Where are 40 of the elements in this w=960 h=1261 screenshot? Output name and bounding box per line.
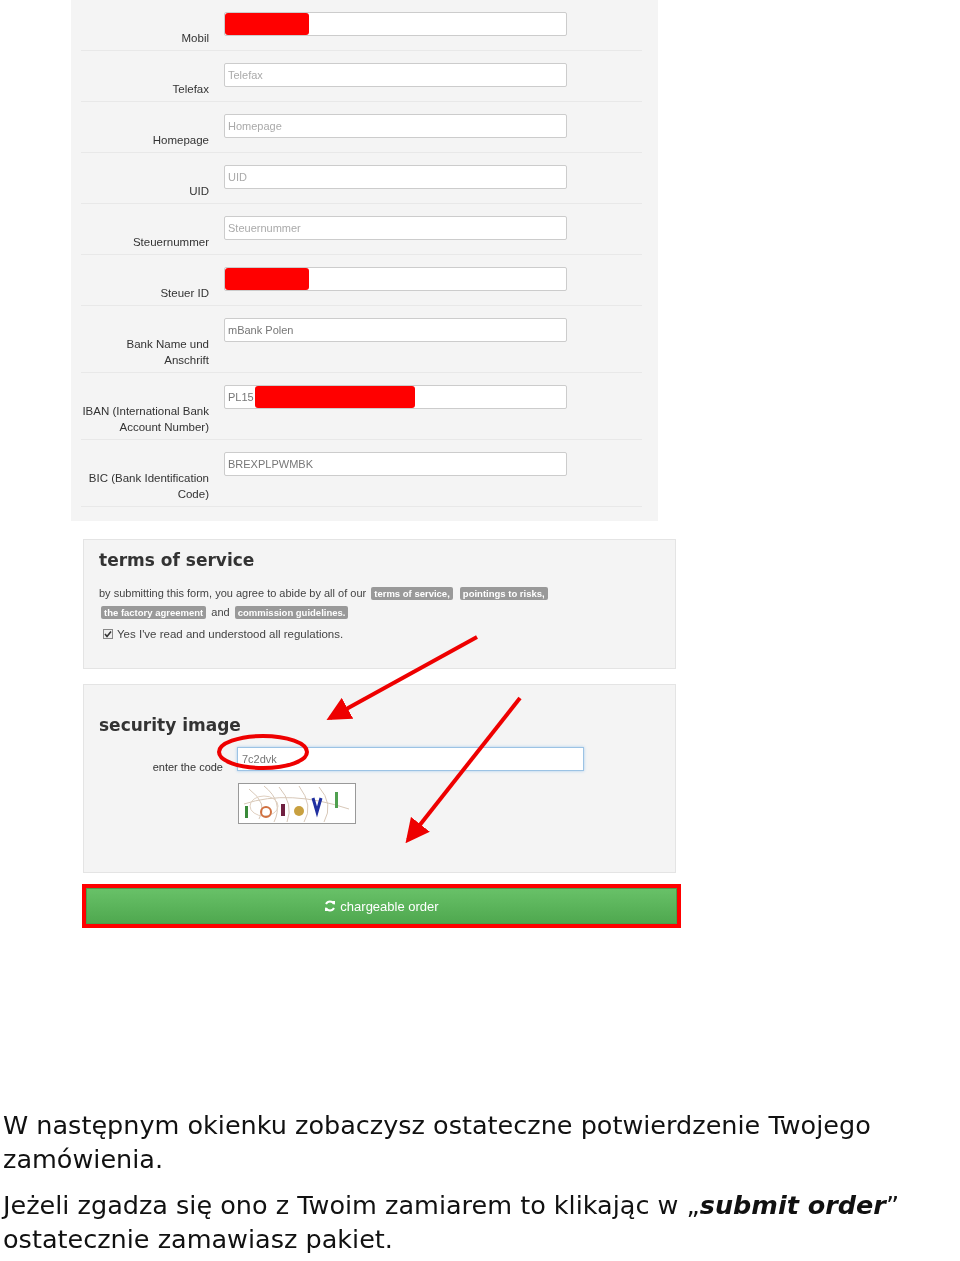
- terms-link[interactable]: the factory agreement: [101, 606, 207, 619]
- field-value: mBank Polen: [228, 324, 294, 336]
- input-field[interactable]: [224, 267, 567, 291]
- field-label: BIC (Bank Identification Code): [87, 471, 209, 502]
- field-label: enter the code: [151, 760, 223, 775]
- field-label: UID: [188, 184, 209, 199]
- caption-paragraph: Jeżeli zgadza się ono z Twoim zamiarem to klikając w „submit order” ostatecznie zamawiasz pakiet.: [3, 1189, 901, 1256]
- input-field[interactable]: PL15: [224, 385, 567, 409]
- input-field[interactable]: Homepage: [224, 114, 567, 138]
- placeholder-text: Telefax: [228, 69, 263, 81]
- caption-paragraph: W następnym okienku zobaczysz ostateczne potwierdzenie Twojego zamówienia.: [3, 1109, 872, 1176]
- input-field[interactable]: [224, 12, 567, 36]
- section-title: security image: [99, 715, 242, 735]
- field-value: BREXPLPWMBK: [228, 458, 313, 470]
- field-label: Telefax: [171, 82, 209, 97]
- input-field[interactable]: Telefax: [224, 63, 567, 87]
- terms-link[interactable]: commission guidelines.: [234, 606, 349, 619]
- refresh-icon: [324, 900, 337, 912]
- input-field[interactable]: Steuernummer: [224, 216, 567, 240]
- placeholder-text: Steuernummer: [228, 222, 301, 234]
- field-value: PL15: [228, 391, 254, 403]
- terms-link[interactable]: pointings to risks,: [459, 587, 548, 600]
- terms-link[interactable]: terms of service,: [371, 587, 453, 600]
- placeholder-text: Homepage: [228, 120, 282, 132]
- input-field[interactable]: 7c2dvk: [237, 747, 584, 771]
- input-field[interactable]: mBank Polen: [224, 318, 567, 342]
- field-label: IBAN (International Bank Account Number): [81, 404, 209, 435]
- terms-text: by submitting this form, you agree to abide by all of our terms of service, pointings to risks, the factory agreement and commission guidelines.: [99, 584, 660, 622]
- field-label: Mobil: [180, 31, 209, 46]
- field-label: Steuer ID: [159, 286, 209, 301]
- placeholder-text: UID: [228, 171, 247, 183]
- field-label: Steuernummer: [131, 235, 209, 250]
- input-field[interactable]: UID: [224, 165, 567, 189]
- submit-button[interactable]: chargeable order: [86, 888, 677, 924]
- checkbox[interactable]: [103, 629, 113, 639]
- field-label: Homepage: [151, 133, 209, 148]
- checkbox-label: Yes I've read and understood all regulations.: [117, 628, 344, 640]
- field-label: Bank Name und Anschrift: [125, 337, 209, 368]
- section-title: terms of service: [99, 550, 256, 570]
- input-field[interactable]: BREXPLPWMBK: [224, 452, 567, 476]
